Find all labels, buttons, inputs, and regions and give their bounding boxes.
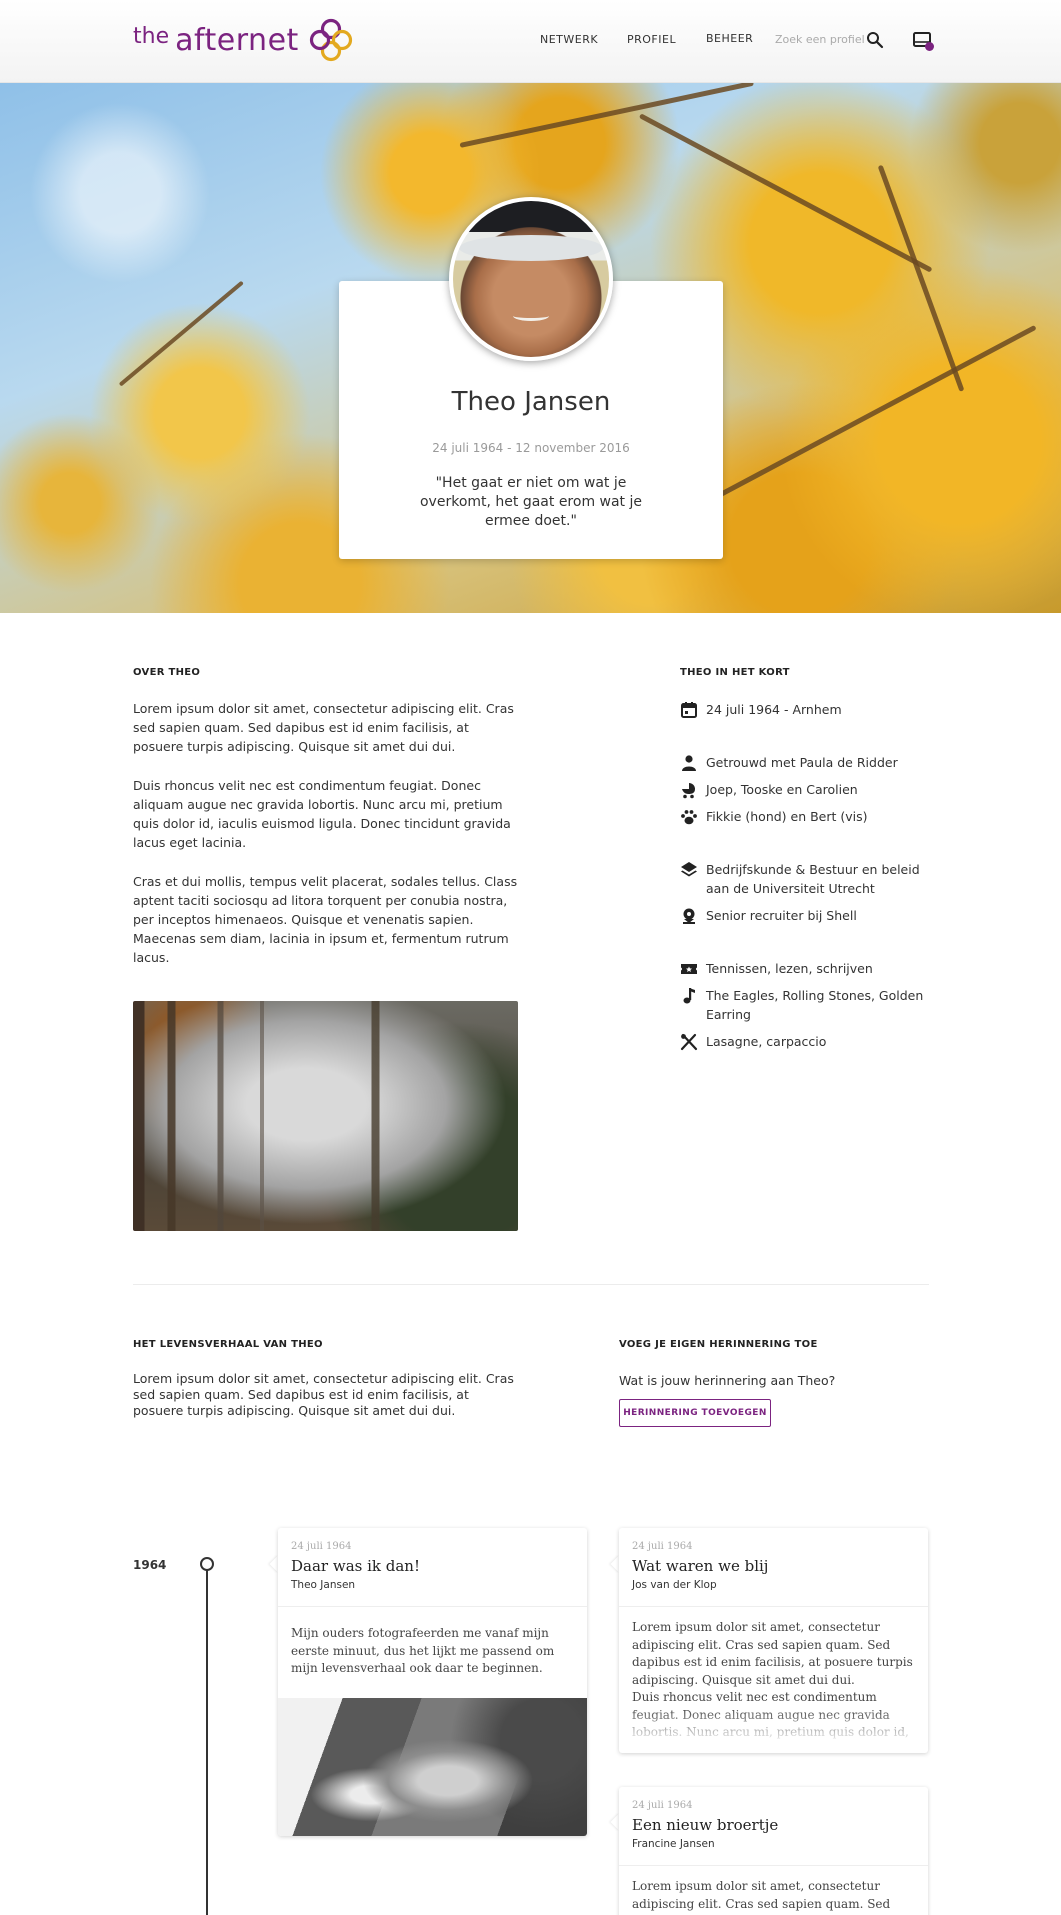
person-icon: [682, 755, 696, 771]
kort-item-hobbies: Tennissen, lezen, schrijven: [680, 959, 926, 978]
avatar: [449, 197, 613, 361]
profile-name: Theo Jansen: [451, 387, 611, 417]
card-date: 24 juli 1964: [291, 1541, 352, 1552]
card-author: Francine Jansen: [632, 1838, 715, 1850]
card-title: Daar was ik dan!: [291, 1557, 420, 1575]
timeline-line: [206, 1566, 208, 1915]
logo-the: the: [133, 23, 170, 49]
memory-card[interactable]: 24 juli 1964 Daar was ik dan! Theo Janse…: [278, 1528, 587, 1836]
ticket-icon: [681, 964, 697, 974]
card-title: Een nieuw broertje: [632, 1816, 779, 1834]
timeline-dot: [200, 1557, 214, 1571]
section-divider: [133, 1284, 929, 1285]
card-date: 24 juli 1964: [632, 1541, 693, 1552]
add-memory-button[interactable]: HERINNERING TOEVOEGEN: [619, 1399, 771, 1427]
kort-heading: THEO IN HET KORT: [680, 667, 790, 678]
kort-item-food: Lasagne, carpaccio: [680, 1032, 926, 1051]
card-body: Mijn ouders fotografeerden me vanaf mijn…: [291, 1626, 555, 1675]
calendar-icon: [681, 702, 697, 718]
search-input[interactable]: Zoek een profiel: [775, 33, 865, 46]
profile-quote: "Het gaat er niet om wat je overkomt, he…: [419, 475, 643, 529]
baby-photo: [278, 1698, 587, 1836]
site-header: the afternet NETWERK PROFIEL BEHEER Zoek…: [0, 0, 1061, 83]
kort-item-work: Senior recruiter bij Shell: [680, 906, 926, 925]
layers-icon: [681, 862, 697, 877]
memory-question: Wat is jouw herinnering aan Theo?: [619, 1373, 836, 1388]
story-heading: HET LEVENSVERHAAL VAN THEO: [133, 1339, 323, 1350]
kort-item-music: The Eagles, Rolling Stones, Golden Earri…: [680, 986, 926, 1024]
kort-item-partner: Getrouwd met Paula de Ridder: [680, 753, 926, 772]
search-icon[interactable]: [866, 31, 884, 49]
kort-text: 24 juli 1964 - Arnhem: [706, 702, 842, 717]
nav-profiel[interactable]: PROFIEL: [627, 33, 676, 46]
kort-text: Senior recruiter bij Shell: [706, 908, 857, 923]
nav-beheer[interactable]: BEHEER: [706, 32, 753, 45]
memory-heading: VOEG JE EIGEN HERINNERING TOE: [619, 1339, 818, 1350]
card-title: Wat waren we blij: [632, 1557, 769, 1575]
about-heading: OVER THEO: [133, 667, 201, 678]
forest-photo: [133, 1001, 518, 1231]
kort-text: Joep, Tooske en Carolien: [706, 782, 858, 797]
card-author: Theo Jansen: [291, 1579, 356, 1591]
nav-netwerk[interactable]: NETWERK: [540, 33, 598, 46]
kort-item-birth: 24 juli 1964 - Arnhem: [680, 700, 926, 719]
paw-icon: [681, 810, 697, 825]
kort-item-children: Joep, Tooske en Carolien: [680, 780, 926, 799]
story-text: Lorem ipsum dolor sit amet, consectetur …: [133, 1371, 514, 1418]
cutlery-icon: [680, 1033, 698, 1051]
kort-text: Bedrijfskunde & Bestuur en beleid aan de…: [706, 862, 920, 896]
card-body: Lorem ipsum dolor sit amet, consectetur …: [632, 1879, 891, 1911]
music-note-icon: [683, 988, 695, 1004]
memory-card[interactable]: 24 juli 1964 Een nieuw broertje Francine…: [619, 1787, 928, 1915]
card-author: Jos van der Klop: [632, 1579, 717, 1591]
memory-card[interactable]: 24 juli 1964 Wat waren we blij Jos van d…: [619, 1528, 928, 1753]
kort-text: Tennissen, lezen, schrijven: [706, 961, 873, 976]
kort-text: Lasagne, carpaccio: [706, 1034, 827, 1049]
kort-text: Fikkie (hond) en Bert (vis): [706, 809, 868, 824]
logo-afternet: afternet: [175, 22, 299, 58]
logo-flower-icon: [309, 18, 352, 62]
kort-item-pets: Fikkie (hond) en Bert (vis): [680, 807, 926, 826]
notification-dot: [925, 42, 934, 51]
about-paragraph-1: Lorem ipsum dolor sit amet, consectetur …: [133, 701, 514, 754]
card-body: Lorem ipsum dolor sit amet, consectetur …: [632, 1620, 913, 1687]
kort-text: The Eagles, Rolling Stones, Golden Earri…: [706, 988, 924, 1022]
logo[interactable]: the afternet: [133, 18, 353, 62]
work-badge-icon: [683, 908, 695, 924]
timeline-year: 1964: [133, 1558, 167, 1572]
stroller-icon: [682, 783, 695, 799]
card-date: 24 juli 1964: [632, 1800, 693, 1811]
kort-text: Getrouwd met Paula de Ridder: [706, 755, 898, 770]
about-paragraph-3: Cras et dui mollis, tempus velit placera…: [133, 874, 518, 965]
profile-dates: 24 juli 1964 - 12 november 2016: [432, 441, 630, 455]
about-paragraph-2: Duis rhoncus velit nec est condimentum f…: [133, 778, 511, 850]
kort-item-education: Bedrijfskunde & Bestuur en beleid aan de…: [680, 860, 926, 898]
